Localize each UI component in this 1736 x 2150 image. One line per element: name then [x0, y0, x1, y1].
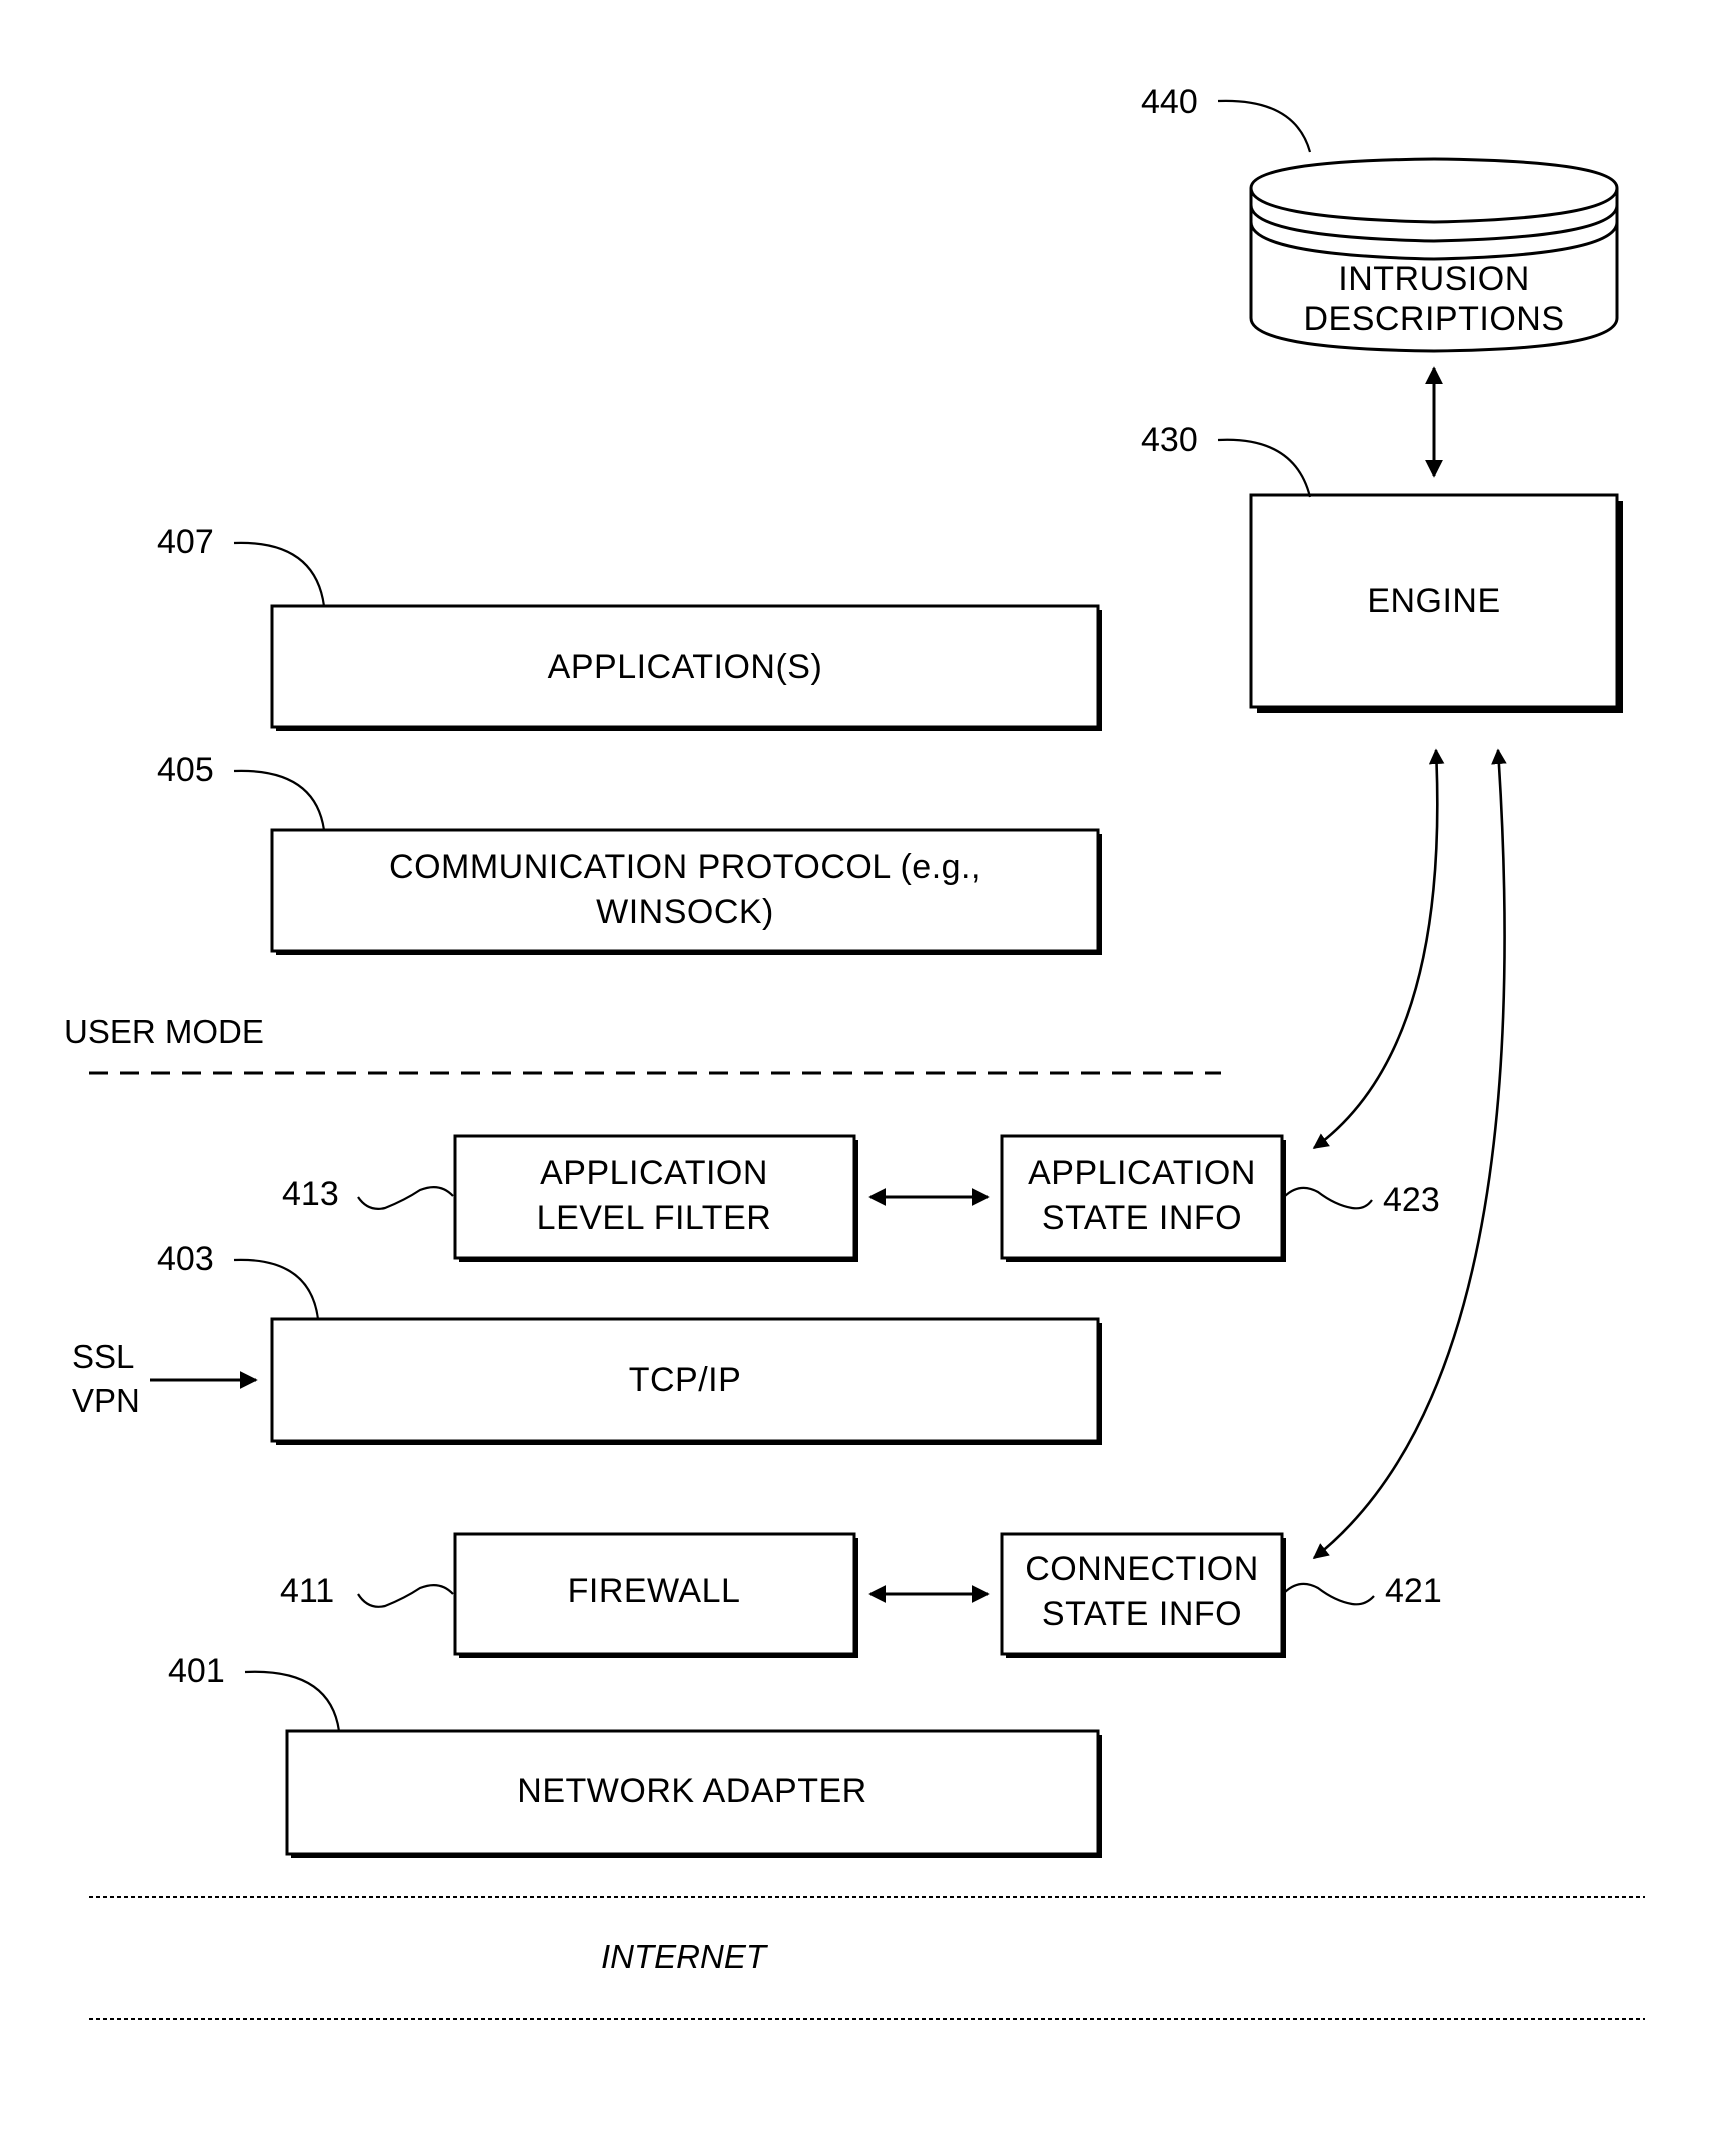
- comm-protocol-label-line-1: COMMUNICATION PROTOCOL (e.g.,: [389, 848, 981, 886]
- engine-label: ENGINE: [1367, 582, 1500, 620]
- squiggle-421: [1284, 1582, 1375, 1606]
- conn-state-label-line-1: CONNECTION: [1025, 1550, 1259, 1588]
- tcpip-label: TCP/IP: [629, 1361, 742, 1399]
- app-state-label-line-2: STATE INFO: [1042, 1199, 1242, 1237]
- leader-line-430: [1217, 438, 1312, 498]
- leader-line-440: [1217, 99, 1312, 153]
- engine-box: ENGINE: [1249, 493, 1623, 713]
- ssl-label: SSL: [72, 1338, 134, 1375]
- communication-protocol-box: COMMUNICATION PROTOCOL (e.g., WINSOCK): [270, 828, 1102, 955]
- comm-protocol-label-line-2: WINSOCK): [596, 893, 774, 931]
- engine-connstate-curved-arrow: [1312, 748, 1507, 1560]
- app-filter-label-line-2: LEVEL FILTER: [537, 1199, 772, 1237]
- ref-403: 403: [157, 1240, 214, 1278]
- ref-423: 423: [1383, 1181, 1440, 1219]
- firewall-label: FIREWALL: [568, 1572, 741, 1610]
- ref-440: 440: [1141, 83, 1198, 121]
- applications-box: APPLICATION(S): [270, 604, 1102, 731]
- ref-411: 411: [280, 1572, 334, 1610]
- ref-405: 405: [157, 751, 214, 789]
- squiggle-413: [357, 1185, 454, 1210]
- intrusion-descriptions-database: INTRUSION DESCRIPTIONS: [1249, 157, 1619, 353]
- ref-413: 413: [282, 1175, 339, 1213]
- squiggle-411: [357, 1583, 454, 1608]
- ref-401: 401: [168, 1652, 225, 1690]
- connection-state-info-box: CONNECTION STATE INFO: [1000, 1532, 1286, 1658]
- network-adapter-box: NETWORK ADAPTER: [285, 1729, 1102, 1858]
- network-adapter-label: NETWORK ADAPTER: [517, 1772, 866, 1810]
- conn-state-label-line-2: STATE INFO: [1042, 1595, 1242, 1633]
- app-filter-label-line-1: APPLICATION: [540, 1154, 768, 1192]
- user-mode-label: USER MODE: [64, 1013, 264, 1050]
- ref-421: 421: [1385, 1572, 1442, 1610]
- vpn-label: VPN: [72, 1382, 140, 1419]
- leader-line-403: [233, 1258, 320, 1320]
- ref-430: 430: [1141, 421, 1198, 459]
- leader-line-407: [233, 541, 326, 607]
- applications-label: APPLICATION(S): [548, 648, 823, 686]
- internet-label: INTERNET: [601, 1938, 769, 1975]
- diagram-canvas: INTRUSION DESCRIPTIONS 440 ENGINE 430 AP…: [0, 0, 1736, 2150]
- database-label-line-2: DESCRIPTIONS: [1303, 300, 1564, 338]
- database-label-line-1: INTRUSION: [1338, 260, 1530, 298]
- ref-407: 407: [157, 523, 214, 561]
- intrusion-detection-architecture-diagram: INTRUSION DESCRIPTIONS 440 ENGINE 430 AP…: [64, 83, 1645, 2020]
- firewall-box: FIREWALL: [453, 1532, 858, 1658]
- app-state-label-line-1: APPLICATION: [1028, 1154, 1256, 1192]
- tcpip-box: TCP/IP: [270, 1317, 1102, 1445]
- leader-line-405: [233, 769, 326, 831]
- application-level-filter-box: APPLICATION LEVEL FILTER: [453, 1134, 858, 1262]
- leader-line-401: [244, 1670, 341, 1732]
- engine-appstate-curved-arrow: [1312, 748, 1445, 1150]
- application-state-info-box: APPLICATION STATE INFO: [1000, 1134, 1286, 1262]
- squiggle-423: [1284, 1186, 1373, 1210]
